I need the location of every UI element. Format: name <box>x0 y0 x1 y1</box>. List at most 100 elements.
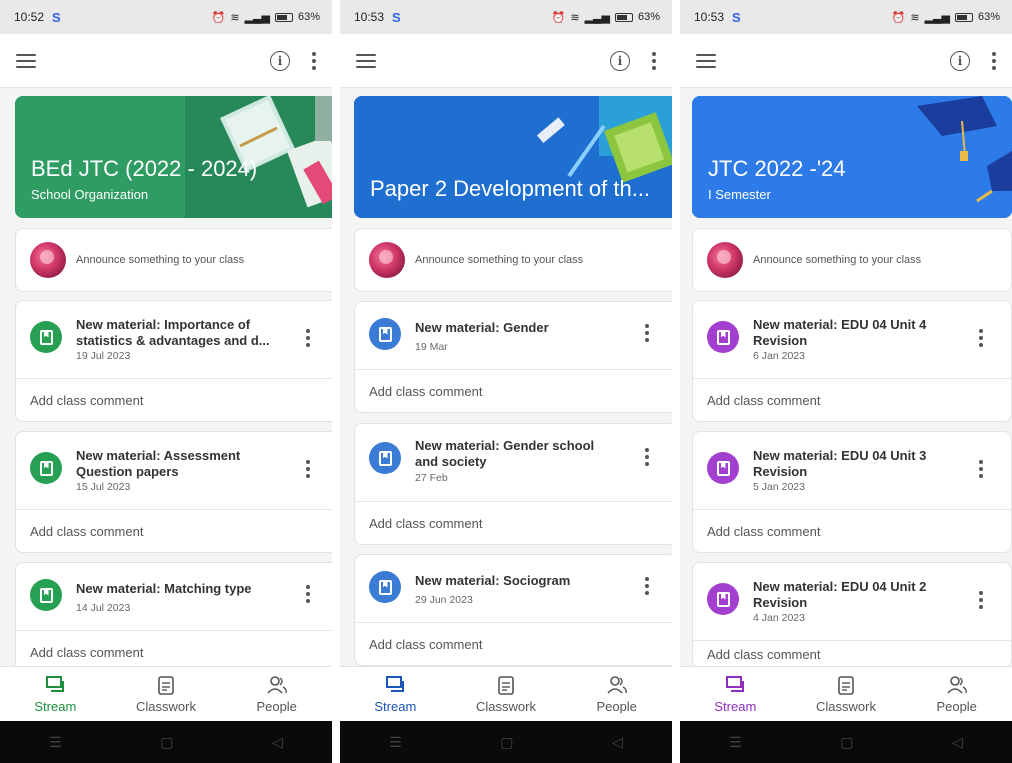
material-icon <box>369 571 401 603</box>
hamburger-menu-icon[interactable] <box>696 53 716 68</box>
material-icon <box>707 583 739 615</box>
nav-people[interactable]: People <box>221 667 332 721</box>
recents-icon[interactable]: ☰ <box>729 734 742 751</box>
post-date: 4 Jan 2023 <box>753 612 805 624</box>
back-icon[interactable]: ◁ <box>272 734 283 751</box>
post-header[interactable]: New material: EDU 04 Unit 3 Revision 5 J… <box>693 432 1011 510</box>
info-icon[interactable]: i <box>950 50 970 71</box>
announce-box[interactable]: Announce something to your class <box>354 228 672 292</box>
post-more-icon[interactable] <box>306 460 310 478</box>
class-banner[interactable]: JTC 2022 -'24 I Semester <box>692 96 1012 218</box>
class-title: JTC 2022 -'24 <box>708 156 846 181</box>
post-date: 29 Jun 2023 <box>415 594 473 606</box>
recents-icon[interactable]: ☰ <box>389 734 402 751</box>
status-icons: ⏰ ≋ ▂▃▅ 63% <box>212 11 320 24</box>
home-icon[interactable]: ▢ <box>500 734 513 751</box>
post-header[interactable]: New material: Assessment Question papers… <box>16 432 332 510</box>
app-bar: i <box>680 34 1012 88</box>
material-icon <box>30 321 62 353</box>
post-header[interactable]: New material: Matching type 14 Jul 2023 <box>16 563 332 631</box>
add-class-comment[interactable]: Add class comment <box>693 641 1011 667</box>
post-card[interactable]: New material: Matching type 14 Jul 2023 … <box>15 562 332 674</box>
post-header[interactable]: New material: EDU 04 Unit 2 Revision 4 J… <box>693 563 1011 641</box>
announce-box[interactable]: Announce something to your class <box>15 228 332 292</box>
post-header[interactable]: New material: Gender 19 Mar <box>355 302 672 370</box>
add-class-comment[interactable]: Add class comment <box>355 502 672 544</box>
stream-icon <box>726 675 745 692</box>
info-icon[interactable]: i <box>270 50 290 71</box>
nav-people[interactable]: People <box>901 667 1012 721</box>
classwork-icon <box>498 675 514 695</box>
material-icon <box>707 321 739 353</box>
s-app-icon: S <box>732 9 741 25</box>
post-title: New material: Importance of statistics &… <box>76 317 270 348</box>
post-card[interactable]: New material: Assessment Question papers… <box>15 431 332 553</box>
post-header[interactable]: New material: Sociogram 29 Jun 2023 <box>355 555 672 623</box>
app-bar: i <box>0 34 332 88</box>
post-header[interactable]: New material: Importance of statistics &… <box>16 301 332 379</box>
hamburger-menu-icon[interactable] <box>356 53 376 68</box>
post-more-icon[interactable] <box>645 448 649 466</box>
post-more-icon[interactable] <box>306 585 310 603</box>
add-class-comment[interactable]: Add class comment <box>355 370 672 412</box>
post-more-icon[interactable] <box>645 577 649 595</box>
hamburger-menu-icon[interactable] <box>16 53 36 68</box>
post-card[interactable]: New material: EDU 04 Unit 2 Revision 4 J… <box>692 562 1012 668</box>
app-bar: i <box>340 34 672 88</box>
battery-percent: 63% <box>297 11 320 23</box>
announce-placeholder: Announce something to your class <box>753 254 922 266</box>
class-banner[interactable]: Paper 2 Development of th... <box>354 96 672 218</box>
post-more-icon[interactable] <box>979 591 983 609</box>
material-icon <box>30 579 62 611</box>
more-options-icon[interactable] <box>992 51 996 70</box>
info-icon[interactable]: i <box>610 50 630 71</box>
nav-people[interactable]: People <box>561 667 672 721</box>
post-more-icon[interactable] <box>645 324 649 342</box>
nav-stream-label: Stream <box>714 698 757 714</box>
post-header[interactable]: New material: Gender school and society … <box>355 424 672 502</box>
home-icon[interactable]: ▢ <box>840 734 853 751</box>
nav-stream[interactable]: Stream <box>0 667 111 721</box>
post-card[interactable]: New material: Sociogram 29 Jun 2023 Add … <box>354 554 672 666</box>
system-nav-bar: ☰ ▢ ◁ <box>340 721 672 763</box>
post-more-icon[interactable] <box>979 460 983 478</box>
class-subtitle: I Semester <box>708 187 771 202</box>
nav-classwork-label: Classwork <box>816 698 876 714</box>
announce-box[interactable]: Announce something to your class <box>692 228 1012 292</box>
more-options-icon[interactable] <box>312 51 316 70</box>
material-icon <box>30 452 62 484</box>
battery-percent: 63% <box>977 11 1000 23</box>
add-class-comment[interactable]: Add class comment <box>16 379 332 421</box>
add-class-comment[interactable]: Add class comment <box>355 623 672 665</box>
post-more-icon[interactable] <box>979 329 983 347</box>
post-title: New material: EDU 04 Unit 2 Revision <box>753 579 927 610</box>
post-title: New material: Sociogram <box>415 573 571 588</box>
post-card[interactable]: New material: EDU 04 Unit 3 Revision 5 J… <box>692 431 1012 553</box>
class-banner[interactable]: BEd JTC (2022 - 2024) School Organizatio… <box>15 96 332 218</box>
add-class-comment[interactable]: Add class comment <box>693 510 1011 552</box>
back-icon[interactable]: ◁ <box>952 734 963 751</box>
home-icon[interactable]: ▢ <box>160 734 173 751</box>
signal-icon: ▂▃▅ <box>244 11 270 24</box>
back-icon[interactable]: ◁ <box>612 734 623 751</box>
recents-icon[interactable]: ☰ <box>49 734 62 751</box>
nav-stream-label: Stream <box>34 698 77 714</box>
more-options-icon[interactable] <box>652 51 656 70</box>
nav-classwork[interactable]: Classwork <box>451 667 562 721</box>
nav-classwork[interactable]: Classwork <box>111 667 222 721</box>
add-class-comment[interactable]: Add class comment <box>16 510 332 552</box>
nav-stream[interactable]: Stream <box>340 667 451 721</box>
signal-icon: ▂▃▅ <box>924 11 950 24</box>
add-class-comment[interactable]: Add class comment <box>693 379 1011 421</box>
nav-classwork[interactable]: Classwork <box>791 667 902 721</box>
battery-icon <box>274 12 293 22</box>
post-header[interactable]: New material: EDU 04 Unit 4 Revision 6 J… <box>693 301 1011 379</box>
bottom-navigation: Stream Classwork People <box>0 666 332 721</box>
post-more-icon[interactable] <box>306 329 310 347</box>
post-card[interactable]: New material: Importance of statistics &… <box>15 300 332 422</box>
nav-stream[interactable]: Stream <box>680 667 791 721</box>
post-card[interactable]: New material: EDU 04 Unit 4 Revision 6 J… <box>692 300 1012 422</box>
post-card[interactable]: New material: Gender school and society … <box>354 423 672 545</box>
post-card[interactable]: New material: Gender 19 Mar Add class co… <box>354 301 672 413</box>
post-date: 15 Jul 2023 <box>76 481 131 493</box>
